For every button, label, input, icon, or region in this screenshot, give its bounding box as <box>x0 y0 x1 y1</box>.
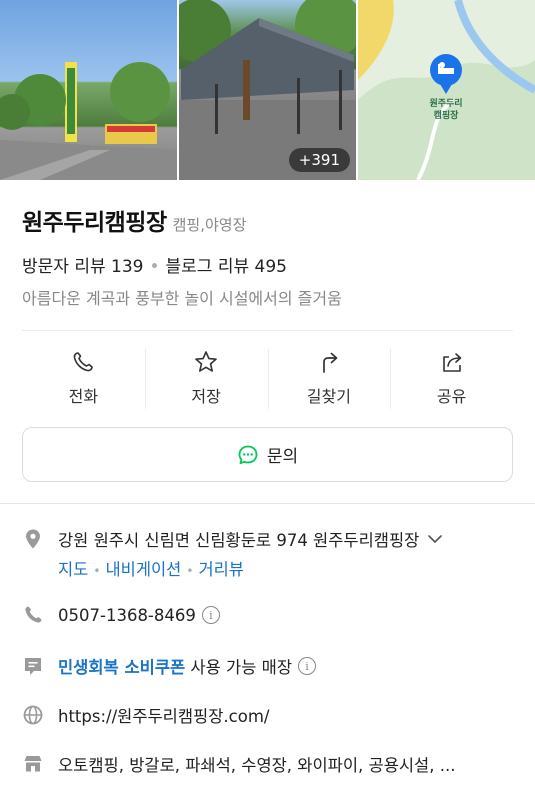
share-button[interactable]: 공유 <box>390 347 513 409</box>
address-row[interactable]: 강원 원주시 신림면 신림황둔로 974 원주두리캠핑장 <box>22 527 443 551</box>
store-icon <box>24 756 42 772</box>
street-view-link[interactable]: 거리뷰 <box>198 560 244 579</box>
divider <box>22 330 513 331</box>
website-link[interactable]: https://원주두리캠핑장.com/ <box>58 703 269 727</box>
navigation-link[interactable]: 내비게이션 <box>105 560 181 579</box>
map-pin-label: 원주두리 캠핑장 <box>414 98 478 122</box>
star-icon <box>195 351 217 372</box>
address-links: 지도 • 내비게이션 • 거리뷰 <box>58 556 244 580</box>
separator-dot: • <box>93 564 101 578</box>
phone-row[interactable]: 0507-1368-8469 i <box>22 604 220 626</box>
save-label: 저장 <box>191 387 221 406</box>
action-bar: 전화 저장 길찾기 공유 <box>22 347 513 409</box>
inquiry-button[interactable]: 문의 <box>22 427 513 482</box>
directions-icon <box>323 352 338 373</box>
address-text: 강원 원주시 신림면 신림황둔로 974 원주두리캠핑장 <box>58 531 420 550</box>
coupon-text: 민생회복 소비쿠폰 사용 가능 매장 <box>58 654 292 678</box>
globe-icon <box>23 705 43 725</box>
phone-icon <box>74 352 94 372</box>
call-button[interactable]: 전화 <box>22 347 145 409</box>
photo-tent-area[interactable]: +391 <box>179 0 356 180</box>
section-divider <box>0 503 535 504</box>
coupon-icon <box>25 658 41 675</box>
chat-icon <box>238 445 258 464</box>
photo-gallery: +391 원주두리 캠핑장 <box>0 0 535 180</box>
chevron-down-icon[interactable] <box>427 531 443 547</box>
directions-label: 길찾기 <box>306 387 351 406</box>
separator-dot: • <box>149 257 160 277</box>
map-pin-label-line1: 원주두리 <box>429 99 463 109</box>
place-category: 캠핑,야영장 <box>172 216 247 234</box>
review-summary: 방문자 리뷰 139 • 블로그 리뷰 495 <box>22 252 287 277</box>
directions-button[interactable]: 길찾기 <box>267 347 391 409</box>
coupon-highlight[interactable]: 민생회복 소비쿠폰 <box>58 658 185 677</box>
phone-number: 0507-1368-8469 <box>58 605 196 625</box>
map-link[interactable]: 지도 <box>58 560 88 579</box>
separator-dot: • <box>186 564 194 578</box>
location-pin-icon <box>26 529 40 549</box>
share-label: 공유 <box>436 387 467 406</box>
info-icon[interactable]: i <box>201 606 220 624</box>
call-label: 전화 <box>68 387 99 406</box>
photo-count-badge[interactable]: +391 <box>288 148 350 172</box>
map-thumbnail[interactable]: 원주두리 캠핑장 <box>358 0 535 180</box>
phone-icon <box>25 606 42 623</box>
inquiry-label: 문의 <box>266 447 299 467</box>
photo-entrance[interactable] <box>0 0 177 180</box>
place-tagline: 아름다운 계곡과 풍부한 놀이 시설에서의 즐거움 <box>22 289 342 308</box>
visitor-review-count[interactable]: 방문자 리뷰 139 <box>22 257 143 277</box>
save-button[interactable]: 저장 <box>144 347 268 409</box>
share-icon <box>442 353 461 372</box>
place-header: 원주두리캠핑장 캠핑,야영장 <box>22 203 246 237</box>
amenities-row[interactable]: 오토캠핑, 방갈로, 파쇄석, 수영장, 와이파이, 공용시설, ... <box>22 752 455 776</box>
coupon-row[interactable]: 민생회복 소비쿠폰 사용 가능 매장 i <box>22 654 317 678</box>
map-pin-label-line2: 캠핑장 <box>433 111 459 121</box>
blog-review-count[interactable]: 블로그 리뷰 495 <box>166 257 287 277</box>
coupon-rest: 사용 가능 매장 <box>185 658 293 677</box>
website-row[interactable]: https://원주두리캠핑장.com/ <box>22 703 269 727</box>
amenities-text: 오토캠핑, 방갈로, 파쇄석, 수영장, 와이파이, 공용시설, ... <box>58 756 456 775</box>
place-name: 원주두리캠핑장 <box>22 210 167 236</box>
info-icon[interactable]: i <box>298 657 317 675</box>
